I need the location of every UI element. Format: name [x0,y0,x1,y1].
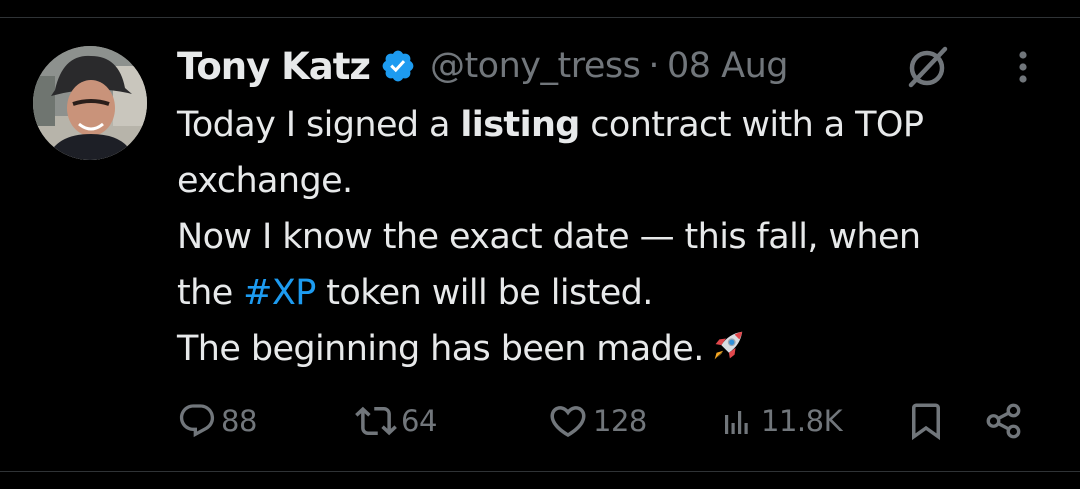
share-button[interactable] [983,396,1025,446]
bold-word: listing [460,105,580,145]
tweet-date[interactable]: 08 Aug [667,46,789,86]
repost-count: 64 [401,404,437,438]
text-fragment: The beginning has been made. [177,329,704,369]
views-button[interactable]: 11.8K [717,396,843,446]
reply-count: 88 [221,404,257,438]
tweet-text: Today I signed a listing contract with a… [177,97,1057,383]
author-handle[interactable]: @tony_tress [430,46,641,86]
tweet-text-line: The beginning has been made. [177,321,1057,383]
reply-icon [177,401,217,441]
views-count: 11.8K [761,404,843,438]
views-icon [717,401,757,441]
header-separator: · [648,46,659,86]
profile-photo-icon [33,46,147,160]
top-divider [0,17,1080,18]
tweet-text-line: exchange. [177,161,353,201]
avatar[interactable] [33,46,147,160]
tweet-text-line: the #XP token will be listed. [177,265,1057,321]
tweet-text-line: Now I know the exact date — this fall, w… [177,217,921,257]
text-fragment: Today I signed a [177,105,461,145]
like-button[interactable]: 128 [547,396,647,446]
grok-icon[interactable] [903,42,953,92]
text-fragment: the [177,273,244,313]
verified-badge-icon[interactable] [380,48,416,84]
author-name[interactable]: Tony Katz [177,45,371,88]
more-options-icon[interactable] [1005,44,1041,90]
like-icon [547,400,589,442]
repost-button[interactable]: 64 [355,396,437,446]
bookmark-icon [905,400,947,442]
tweet-text-line: Today I signed a listing contract with a… [177,97,1057,153]
like-count: 128 [593,404,647,438]
share-icon [983,400,1025,442]
text-fragment: token will be listed. [315,273,653,313]
text-fragment: contract with a TOP [579,105,924,145]
rocket-icon [708,327,746,383]
bookmark-button[interactable] [905,396,947,446]
bottom-divider [0,471,1080,472]
reply-button[interactable]: 88 [177,396,257,446]
repost-icon [355,400,397,442]
tweet-header: Tony Katz @tony_tress · 08 Aug [177,40,789,92]
hashtag-link[interactable]: #XP [243,273,316,313]
